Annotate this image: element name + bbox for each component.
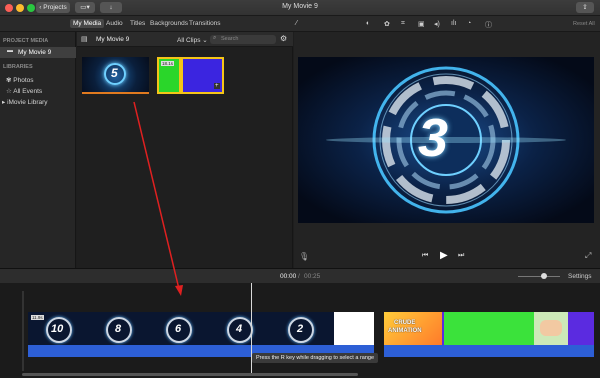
total-time: 00:25	[304, 273, 321, 280]
selection-handle-left[interactable]	[179, 59, 183, 92]
search-icon: ⌕	[213, 35, 217, 41]
skip-back-icon[interactable]: ⏮	[422, 252, 428, 260]
timeline-clip-green-screen[interactable]: CRUDE ANIMATION	[384, 312, 594, 357]
browser-clip-countdown[interactable]: 5	[82, 57, 149, 94]
crude-animation-thumbnail: CRUDE ANIMATION	[384, 312, 442, 345]
browser-settings-icon[interactable]: ⚙	[280, 34, 287, 43]
share-icon: ⇪	[582, 4, 588, 11]
tab-transitions[interactable]: Transitions	[189, 20, 221, 27]
tab-audio[interactable]: Audio	[106, 20, 123, 27]
viewer-video: 3	[298, 57, 594, 223]
libraries-sidebar: PROJECT MEDIA ▬ My Movie 9 LIBRARIES ✾ P…	[0, 32, 76, 268]
playhead[interactable]	[251, 283, 252, 373]
title-bar: ‹ Projects ▭▾ ↓ My Movie 9 ⇪	[0, 0, 600, 16]
tab-backgrounds[interactable]: Backgrounds	[150, 20, 188, 27]
sidebar-toggle-icon[interactable]: ▤	[81, 35, 88, 43]
browser-toolbar: ▤ My Movie 9 All Clips ⌄ ⌕ Search ⚙	[77, 32, 293, 47]
stabilization-icon[interactable]: ▣	[418, 20, 425, 28]
countdown-frame-5-label: 2	[297, 323, 304, 335]
green-screen-audio-waveform	[384, 345, 594, 357]
range-select-tooltip: Press the R key while dragging to select…	[252, 353, 379, 363]
volume-icon[interactable]: ◂)	[434, 20, 440, 28]
sidebar-item-project[interactable]: ▬ My Movie 9	[0, 47, 76, 58]
media-browser: ▤ My Movie 9 All Clips ⌄ ⌕ Search ⚙ 5 18…	[77, 32, 293, 268]
timeline-area: 11.9s 10 8 6 4 2 Press the R key while d…	[0, 283, 600, 378]
color-balance-icon[interactable]: ◐	[366, 20, 370, 27]
hand-frame	[534, 312, 568, 345]
crop-icon[interactable]: ⌗	[401, 20, 405, 28]
timeline-clip-countdown[interactable]: 11.9s 10 8 6 4 2	[28, 312, 374, 357]
media-tabs-row: My Media Audio Titles Backgrounds Transi…	[0, 16, 600, 32]
tab-my-media[interactable]: My Media	[70, 19, 105, 28]
countdown-frame-2-label: 8	[115, 323, 122, 335]
time-separator: /	[298, 273, 300, 280]
countdown-frame-4-label: 4	[236, 323, 243, 335]
noise-reduction-icon[interactable]: ılı	[451, 20, 456, 27]
skip-forward-icon[interactable]: ⏭	[458, 252, 464, 260]
project-media-heading: PROJECT MEDIA	[3, 38, 49, 44]
sidebar-item-all-events[interactable]: ☆ All Events	[6, 87, 42, 95]
white-frame	[334, 312, 374, 345]
sidebar-project-label: My Movie 9	[18, 49, 52, 56]
zoom-slider[interactable]	[518, 276, 560, 277]
play-button[interactable]: ▶	[440, 250, 448, 261]
current-time: 00:00	[280, 273, 297, 280]
timeline-settings-button[interactable]: Settings	[568, 273, 592, 280]
search-input[interactable]: ⌕ Search	[210, 35, 276, 44]
libraries-heading: LIBRARIES	[3, 64, 33, 70]
chevron-down-icon: ⌄	[200, 37, 208, 44]
hand-icon	[540, 320, 562, 336]
browser-clip-green-screen[interactable]: 18.1s +	[157, 57, 224, 94]
countdown-frame-1-label: 10	[51, 323, 64, 335]
zoom-slider-knob[interactable]	[541, 273, 547, 279]
share-button[interactable]: ⇪	[576, 2, 594, 13]
viewer-panel: 3 🎙 ⏮ ▶ ⏭ ⤢	[294, 32, 600, 268]
viewer-countdown-number: 3	[418, 108, 449, 168]
tab-titles[interactable]: Titles	[130, 20, 145, 27]
film-icon: ▬	[7, 48, 13, 54]
browser-title: My Movie 9	[96, 36, 130, 43]
timeline-header: 00:00 / 00:25 Settings	[0, 268, 600, 283]
thumb-text-line-1: CRUDE	[394, 320, 416, 326]
reset-all-button[interactable]: Reset All	[573, 21, 595, 27]
magic-wand-icon[interactable]: ⁄	[296, 20, 297, 27]
thumb-text-line-2: ANIMATION	[388, 328, 422, 334]
search-placeholder: Search	[221, 36, 239, 42]
sidebar-item-photos[interactable]: ✾ Photos	[6, 76, 34, 84]
timeline-scrollbar[interactable]	[22, 373, 358, 376]
speed-icon[interactable]: ◔	[467, 20, 471, 27]
countdown-frame-3-label: 6	[175, 323, 182, 335]
color-correction-icon[interactable]: ✿	[384, 20, 390, 28]
info-icon[interactable]: ⓘ	[485, 20, 492, 30]
timeline-clip-duration: 11.9s	[31, 315, 44, 320]
clip-countdown-number: 5	[111, 66, 118, 80]
sidebar-item-imovie-library[interactable]: ▸ iMovie Library	[2, 98, 48, 106]
microphone-icon[interactable]: 🎙	[299, 252, 309, 261]
clip-filter-dropdown[interactable]: All Clips ⌄	[177, 36, 208, 44]
clip-duration-badge: 18.1s	[161, 61, 175, 66]
add-clip-icon[interactable]: +	[214, 83, 220, 89]
timeline-start-marker	[22, 291, 24, 371]
fullscreen-icon[interactable]: ⤢	[585, 251, 591, 261]
green-screen-segment	[444, 312, 534, 345]
window-title: My Movie 9	[282, 3, 318, 10]
